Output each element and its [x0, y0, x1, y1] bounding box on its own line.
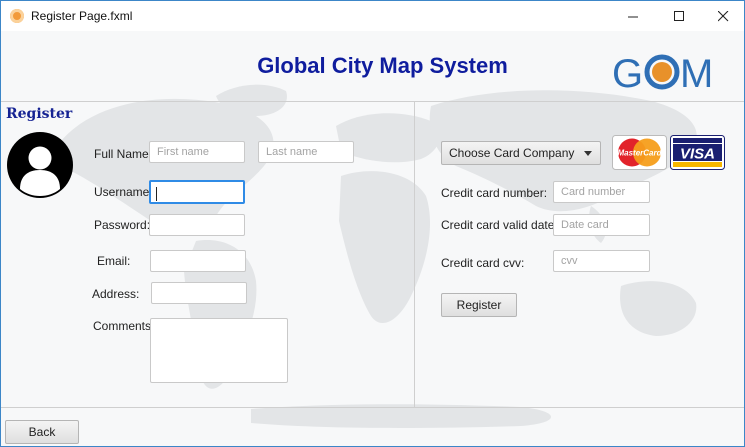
gcm-logo: G M — [612, 52, 713, 93]
close-icon[interactable] — [700, 1, 744, 31]
cvv-label: Credit card cvv: — [441, 256, 525, 270]
card-number-label: Credit card number: — [441, 186, 548, 200]
email-label: Email: — [97, 254, 131, 268]
column-divider — [414, 101, 415, 407]
window-title: Register Page.fxml — [31, 9, 133, 23]
app-icon — [10, 9, 24, 23]
logo-globe — [652, 62, 672, 82]
first-name-input[interactable] — [149, 141, 245, 163]
text-caret — [156, 187, 157, 201]
valid-date-input[interactable] — [553, 214, 650, 236]
register-button[interactable]: Register — [441, 293, 517, 317]
footer-divider — [1, 407, 744, 408]
logo-letter-m: M — [680, 52, 713, 93]
card-number-input[interactable] — [553, 181, 650, 203]
comments-textarea[interactable] — [150, 318, 288, 383]
minimize-glyph — [627, 16, 638, 17]
username-input[interactable] — [149, 180, 245, 204]
visa-text: VISA — [680, 146, 715, 163]
mastercard-text: MasterCard — [617, 149, 662, 158]
header-divider — [1, 101, 744, 102]
logo-letter-g: G — [612, 52, 643, 93]
world-map-background — [61, 84, 697, 428]
register-window: Register Page.fxml Global City Map Syste… — [0, 0, 745, 447]
content-area: Global City Map System G M Register Full… — [1, 31, 744, 446]
comments-label: Comments: — [93, 319, 155, 333]
full-name-label: Full Name: — [94, 147, 153, 161]
card-company-label: Choose Card Company — [449, 146, 575, 160]
address-input[interactable] — [151, 282, 247, 304]
cvv-input[interactable] — [553, 250, 650, 272]
valid-date-label: Credit card valid date: — [441, 218, 558, 232]
close-glyph — [717, 10, 728, 21]
visa-logo: VISA — [670, 135, 725, 170]
password-label: Password: — [94, 218, 151, 232]
username-label: Username: — [94, 185, 153, 199]
maximize-glyph — [673, 10, 684, 21]
email-input[interactable] — [150, 250, 246, 272]
minimize-icon[interactable] — [610, 1, 656, 31]
mastercard-logo: MasterCard — [612, 135, 667, 170]
avatar-icon — [7, 132, 73, 198]
register-section-title: Register — [6, 106, 73, 122]
last-name-input[interactable] — [258, 141, 354, 163]
back-button[interactable]: Back — [5, 420, 79, 444]
maximize-icon[interactable] — [656, 1, 702, 31]
password-input[interactable] — [149, 214, 245, 236]
card-company-select[interactable]: Choose Card Company — [441, 141, 601, 165]
title-bar: Register Page.fxml — [1, 1, 744, 31]
chevron-down-icon — [584, 151, 592, 156]
address-label: Address: — [92, 287, 140, 301]
